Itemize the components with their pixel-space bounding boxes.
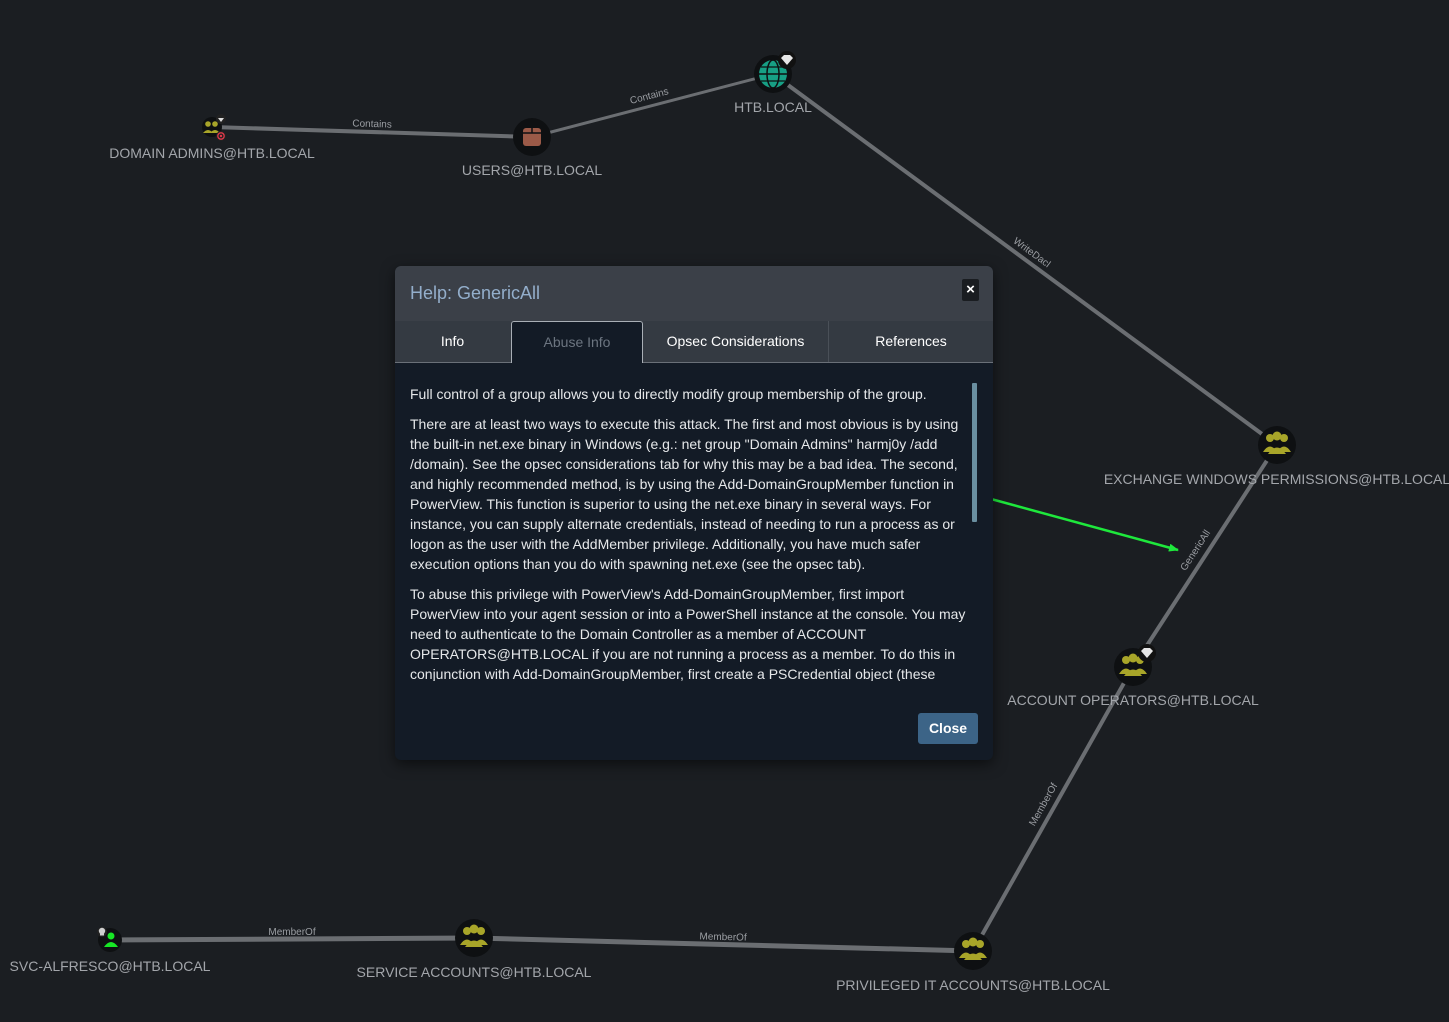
high-value-icon [216, 114, 226, 124]
skull-icon [97, 927, 107, 937]
content-scrollbar[interactable] [972, 383, 977, 522]
high-value-icon [778, 51, 796, 69]
tab-abuse-info[interactable]: Abuse Info [511, 321, 643, 363]
node-domain-admins[interactable]: DOMAIN ADMINS@HTB.LOCAL [109, 114, 315, 161]
abuse-info-paragraph: Full control of a group allows you to di… [410, 386, 927, 402]
edge-memberof-service-accounts[interactable]: MemberOf [473, 931, 974, 954]
node-svc-alfresco[interactable]: SVC-ALFRESCO@HTB.LOCAL [10, 927, 211, 974]
node-label: USERS@HTB.LOCAL [462, 162, 602, 178]
abuse-info-content[interactable]: Full control of a group allows you to di… [410, 384, 968, 681]
tab-info[interactable]: Info [395, 321, 510, 362]
modal-header: Help: GenericAll × [395, 266, 993, 322]
modal-tabs: Info Abuse Info Opsec Considerations Ref… [395, 321, 993, 363]
edge-memberof-svc-alfresco[interactable]: MemberOf [109, 927, 475, 943]
annotation-arrow [979, 494, 1179, 552]
abuse-info-paragraph: There are at least two ways to execute t… [410, 416, 959, 572]
node-exchange-windows-permissions[interactable]: EXCHANGE WINDOWS PERMISSIONS@HTB.LOCAL [1104, 426, 1449, 487]
node-label: SERVICE ACCOUNTS@HTB.LOCAL [357, 964, 592, 980]
node-label: HTB.LOCAL [734, 99, 812, 115]
edge-contains-domain-admins[interactable]: Contains [211, 118, 533, 139]
node-privileged-it-accounts[interactable]: PRIVILEGED IT ACCOUNTS@HTB.LOCAL [836, 932, 1110, 993]
modal-title: Help: GenericAll [410, 283, 541, 303]
tab-opsec-considerations[interactable]: Opsec Considerations [643, 321, 828, 362]
container-icon [523, 128, 541, 146]
high-value-icon [1138, 644, 1156, 662]
node-users[interactable]: USERS@HTB.LOCAL [462, 118, 602, 178]
close-icon[interactable]: × [962, 279, 979, 301]
node-htb-local[interactable]: HTB.LOCAL [734, 51, 812, 115]
edge-memberof-privileged-to-account-operators[interactable]: MemberOf [971, 666, 1135, 952]
node-label: ACCOUNT OPERATORS@HTB.LOCAL [1007, 692, 1259, 708]
node-service-accounts[interactable]: SERVICE ACCOUNTS@HTB.LOCAL [357, 919, 592, 980]
edge-label-memberof: MemberOf [268, 927, 315, 938]
target-icon [216, 131, 226, 141]
node-account-operators[interactable]: ACCOUNT OPERATORS@HTB.LOCAL [1007, 644, 1259, 708]
edge-label-memberof: MemberOf [699, 931, 747, 943]
help-modal: Help: GenericAll × Info Abuse Info Opsec… [395, 266, 993, 760]
node-label: PRIVILEGED IT ACCOUNTS@HTB.LOCAL [836, 977, 1110, 993]
node-label: SVC-ALFRESCO@HTB.LOCAL [10, 958, 211, 974]
tab-references[interactable]: References [829, 321, 993, 362]
abuse-info-paragraph: To abuse this privilege with PowerView's… [410, 586, 966, 681]
edge-label-contains: Contains [352, 118, 392, 130]
node-label: DOMAIN ADMINS@HTB.LOCAL [109, 145, 315, 161]
close-button[interactable]: Close [918, 713, 978, 744]
node-label: EXCHANGE WINDOWS PERMISSIONS@HTB.LOCAL [1104, 471, 1449, 487]
